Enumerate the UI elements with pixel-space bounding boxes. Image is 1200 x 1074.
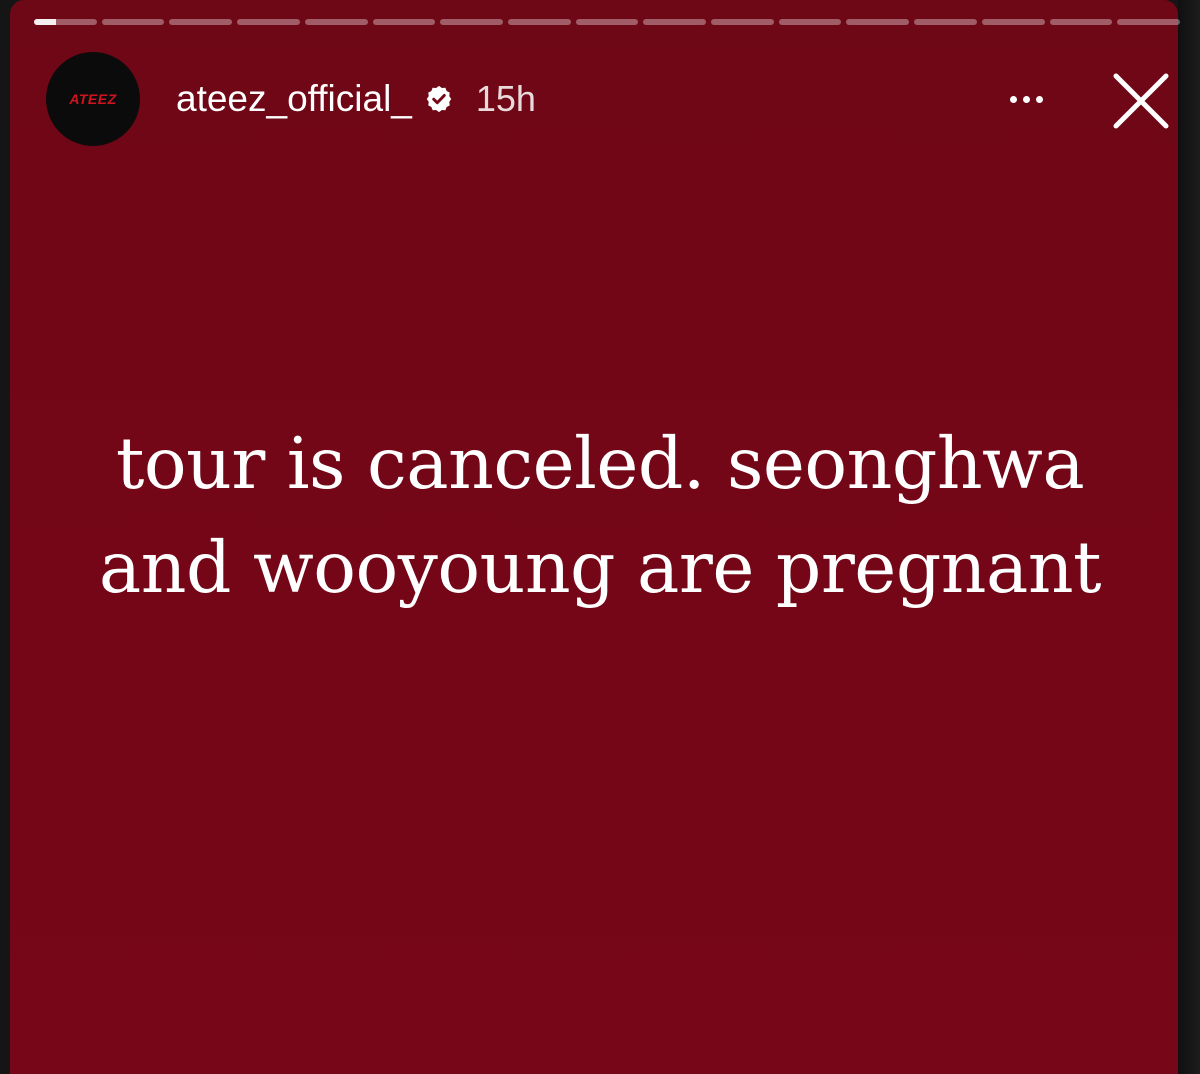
progress-segment (169, 19, 233, 25)
progress-segment (1117, 19, 1180, 25)
avatar[interactable]: ATEEZ (46, 52, 140, 146)
close-icon[interactable] (1108, 68, 1174, 134)
more-horizontal-icon (1009, 95, 1017, 103)
progress-segment (372, 19, 436, 25)
progress-segment (778, 19, 842, 25)
username[interactable]: ateez_official_ (176, 78, 412, 120)
verified-badge-icon (426, 85, 452, 113)
more-dot (1022, 95, 1030, 103)
avatar-logo: ATEEZ (69, 91, 117, 107)
progress-segment (846, 19, 910, 25)
progress-segment (101, 19, 165, 25)
progress-segment (711, 19, 774, 25)
progress-segment (575, 19, 639, 25)
more-options-button[interactable] (998, 82, 1054, 116)
story-text: tour is canceled. seonghwa and wooyoung … (0, 412, 1200, 620)
more-dot (1035, 95, 1043, 103)
story-text-line-1: tour is canceled. seonghwa (115, 422, 1085, 505)
progress-segment (34, 19, 97, 25)
progress-segment (440, 19, 503, 25)
progress-segment (237, 19, 300, 25)
story-viewer: ATEEZ ateez_official_ 15h tour is cancel… (0, 0, 1200, 1074)
progress-segment (1049, 19, 1113, 25)
story-header: ATEEZ ateez_official_ 15h (46, 52, 536, 146)
story-text-line-2: and wooyoung are pregnant (98, 526, 1102, 609)
progress-segment (914, 19, 977, 25)
story-progress-bar (34, 19, 1180, 25)
timestamp: 15h (475, 78, 536, 119)
progress-segment (643, 19, 707, 25)
progress-segment (981, 19, 1045, 25)
progress-segment (304, 19, 368, 25)
progress-segment (507, 19, 571, 25)
